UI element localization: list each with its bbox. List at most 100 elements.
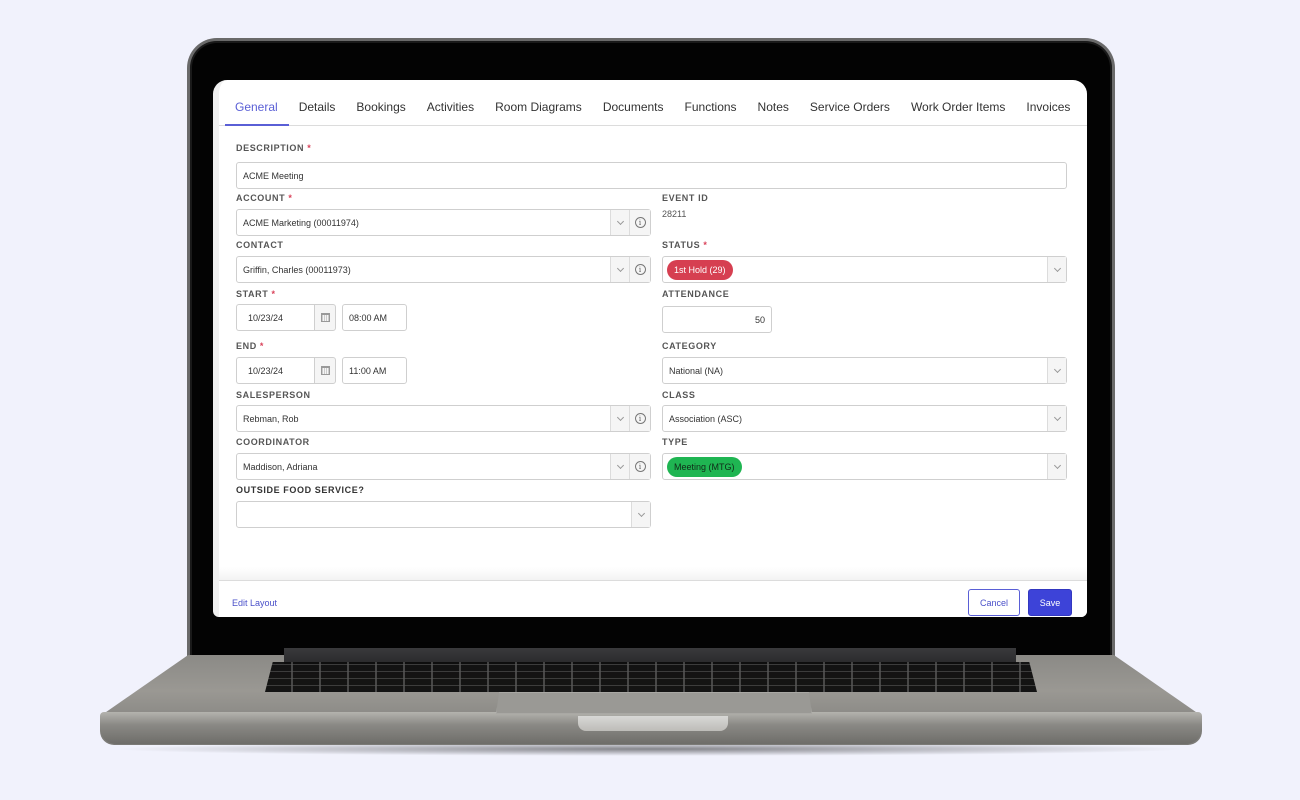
status-select[interactable]: 1st Hold (29) (662, 256, 1067, 283)
account-select[interactable]: ACME Marketing (00011974) i (236, 209, 651, 236)
class-label: CLASS (662, 390, 696, 400)
class-select[interactable]: Association (ASC) (662, 405, 1067, 432)
start-date-picker: 10/23/24 (236, 304, 336, 331)
edit-layout-link[interactable]: Edit Layout (232, 598, 277, 608)
required-marker: * (703, 240, 708, 250)
contact-label: CONTACT (236, 240, 284, 250)
type-select[interactable]: Meeting (MTG) (662, 453, 1067, 480)
account-label: ACCOUNT * (236, 193, 292, 203)
chevron-down-icon (616, 264, 624, 272)
coordinator-dropdown-button[interactable] (610, 454, 629, 479)
attendance-input[interactable]: 50 (662, 306, 772, 333)
salesperson-label: SALESPERSON (236, 390, 311, 400)
tab-invoices[interactable]: Invoices (1016, 90, 1081, 126)
tab-activities[interactable]: Activities (417, 90, 485, 126)
class-value: Association (ASC) (669, 413, 743, 424)
contact-select[interactable]: Griffin, Charles (00011973) i (236, 256, 651, 283)
chevron-down-icon (616, 461, 624, 469)
chevron-down-icon (637, 509, 645, 517)
tab-notes[interactable]: Notes (748, 90, 800, 126)
tab-details[interactable]: Details (289, 90, 347, 126)
coordinator-select[interactable]: Maddison, Adriana i (236, 453, 651, 480)
category-select[interactable]: National (NA) (662, 357, 1067, 384)
info-icon: i (634, 264, 646, 275)
salesperson-value: Rebman, Rob (243, 413, 299, 424)
start-date-input[interactable]: 10/23/24 (236, 304, 314, 331)
required-marker: * (288, 193, 293, 203)
event-id-label: EVENT ID (662, 193, 709, 203)
description-label-text: DESCRIPTION (236, 143, 305, 153)
calendar-icon (320, 366, 330, 375)
tab-functions[interactable]: Functions (675, 90, 748, 126)
category-value: National (NA) (669, 365, 724, 376)
account-value: ACME Marketing (00011974) (243, 217, 359, 228)
info-icon: i (634, 413, 646, 424)
end-calendar-button[interactable] (314, 357, 336, 384)
start-calendar-button[interactable] (314, 304, 336, 331)
start-label: START * (236, 289, 276, 299)
info-icon: i (634, 461, 646, 472)
chevron-down-icon (1053, 413, 1061, 421)
outside-food-dropdown-button[interactable] (631, 502, 650, 527)
account-info-button[interactable]: i (629, 210, 650, 235)
outside-food-label: OUTSIDE FOOD SERVICE? (236, 485, 365, 495)
salesperson-select[interactable]: Rebman, Rob i (236, 405, 651, 432)
outside-food-select[interactable] (236, 501, 651, 528)
tab-general[interactable]: General (225, 90, 289, 126)
tab-bar: General Details Bookings Activities Room… (219, 90, 1087, 126)
laptop-notch (578, 716, 728, 731)
laptop-hinge (284, 648, 1016, 664)
end-date-picker: 10/23/24 (236, 357, 336, 384)
coordinator-info-button[interactable]: i (629, 454, 650, 479)
end-label: END * (236, 341, 264, 351)
category-label: CATEGORY (662, 341, 717, 351)
calendar-icon (320, 313, 330, 322)
status-dropdown-button[interactable] (1047, 257, 1066, 282)
contact-value: Griffin, Charles (00011973) (243, 264, 351, 275)
class-dropdown-button[interactable] (1047, 406, 1066, 431)
description-label: DESCRIPTION * (236, 143, 311, 153)
salesperson-info-button[interactable]: i (629, 406, 650, 431)
tab-room-diagrams[interactable]: Room Diagrams (485, 90, 593, 126)
tab-service-orders[interactable]: Service Orders (800, 90, 901, 126)
salesperson-dropdown-button[interactable] (610, 406, 629, 431)
coordinator-value: Maddison, Adriana (243, 461, 318, 472)
required-marker: * (259, 341, 265, 351)
chevron-down-icon (1053, 264, 1061, 272)
description-input[interactable]: ACME Meeting (236, 162, 1067, 189)
end-date-input[interactable]: 10/23/24 (236, 357, 314, 384)
account-dropdown-button[interactable] (610, 210, 629, 235)
cancel-button[interactable]: Cancel (968, 589, 1020, 616)
type-dropdown-button[interactable] (1047, 454, 1066, 479)
category-dropdown-button[interactable] (1047, 358, 1066, 383)
contact-info-button[interactable]: i (629, 257, 650, 282)
required-marker: * (307, 143, 312, 153)
chevron-down-icon (616, 217, 624, 225)
end-time-input[interactable]: 11:00 AM (342, 357, 407, 384)
required-marker: * (271, 289, 276, 299)
chevron-down-icon (1053, 365, 1061, 373)
start-time-input[interactable]: 08:00 AM (342, 304, 407, 331)
chevron-down-icon (616, 413, 624, 421)
chevron-down-icon (1053, 461, 1061, 469)
event-form-window: General Details Bookings Activities Room… (213, 80, 1087, 617)
attendance-label: ATTENDANCE (662, 289, 730, 299)
coordinator-label: COORDINATOR (236, 437, 310, 447)
status-label-text: STATUS (662, 240, 701, 250)
tab-bookings[interactable]: Bookings (346, 90, 416, 126)
status-badge: 1st Hold (29) (667, 259, 733, 280)
contact-dropdown-button[interactable] (610, 257, 629, 282)
account-label-text: ACCOUNT (236, 193, 286, 203)
tab-work-order-items[interactable]: Work Order Items (901, 90, 1016, 126)
form-footer: Edit Layout Cancel Save (219, 567, 1087, 617)
attendance-value: 50 (754, 314, 765, 325)
end-label-text: END (236, 341, 257, 351)
event-id-value: 28211 (662, 209, 687, 219)
save-button[interactable]: Save (1028, 589, 1072, 616)
laptop-trackpad (496, 692, 812, 714)
type-label: TYPE (662, 437, 688, 447)
info-icon: i (634, 217, 646, 228)
laptop-keyboard (265, 662, 1037, 692)
type-badge: Meeting (MTG) (667, 456, 742, 477)
tab-documents[interactable]: Documents (593, 90, 675, 126)
